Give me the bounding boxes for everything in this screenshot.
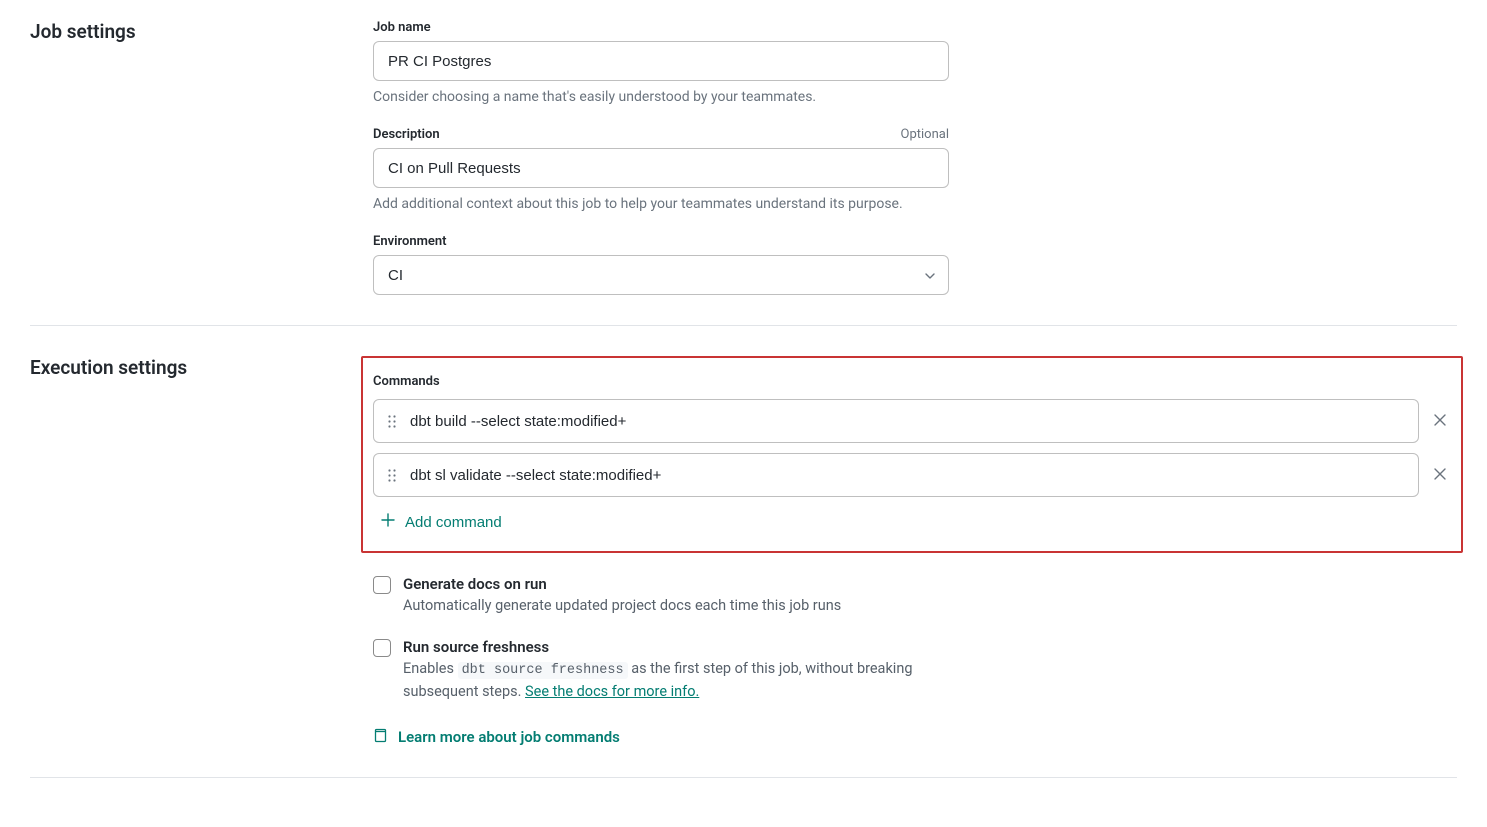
description-field: Description Optional Add additional cont… <box>373 127 949 212</box>
plus-icon <box>381 513 395 531</box>
generate-docs-label: Generate docs on run <box>403 575 949 593</box>
commands-highlight: Commands <box>361 356 1463 553</box>
command-box <box>373 399 1419 443</box>
generate-docs-option: Generate docs on run Automatically gener… <box>373 575 949 616</box>
description-optional: Optional <box>901 127 949 142</box>
generate-docs-desc: Automatically generate updated project d… <box>403 595 949 616</box>
command-row <box>373 399 1451 443</box>
environment-field: Environment <box>373 234 949 295</box>
description-input[interactable] <box>373 148 949 188</box>
commands-label: Commands <box>373 374 1451 389</box>
drag-handle-icon[interactable] <box>388 469 396 482</box>
section-body: Commands <box>373 356 1457 747</box>
source-freshness-checkbox[interactable] <box>373 639 391 657</box>
add-command-button[interactable]: Add command <box>373 507 510 537</box>
remove-command-button[interactable] <box>1429 409 1451 434</box>
description-help: Add additional context about this job to… <box>373 196 949 212</box>
add-command-label: Add command <box>405 514 502 531</box>
source-freshness-desc: Enables dbt source freshness as the firs… <box>403 658 949 702</box>
job-name-input[interactable] <box>373 41 949 81</box>
close-icon <box>1433 467 1447 484</box>
remove-command-button[interactable] <box>1429 463 1451 488</box>
section-header: Job settings <box>30 20 373 295</box>
close-icon <box>1433 413 1447 430</box>
source-freshness-label: Run source freshness <box>403 638 949 656</box>
command-input[interactable] <box>410 413 1404 430</box>
drag-handle-icon[interactable] <box>388 415 396 428</box>
command-row <box>373 453 1451 497</box>
command-input[interactable] <box>410 467 1404 484</box>
execution-settings-section: Execution settings Commands <box>30 356 1457 778</box>
job-settings-section: Job settings Job name Consider choosing … <box>30 20 1457 326</box>
source-freshness-docs-link[interactable]: See the docs for more info. <box>525 683 699 700</box>
generate-docs-checkbox[interactable] <box>373 576 391 594</box>
section-title: Execution settings <box>30 356 373 379</box>
description-label: Description <box>373 127 440 142</box>
environment-label: Environment <box>373 234 447 249</box>
section-body: Job name Consider choosing a name that's… <box>373 20 1457 295</box>
learn-more-label: Learn more about job commands <box>398 728 620 746</box>
source-freshness-code: dbt source freshness <box>458 662 628 679</box>
command-box <box>373 453 1419 497</box>
section-title: Job settings <box>30 20 373 43</box>
environment-select[interactable] <box>373 255 949 295</box>
job-name-help: Consider choosing a name that's easily u… <box>373 89 949 105</box>
learn-more-link[interactable]: Learn more about job commands <box>373 728 620 747</box>
job-name-field: Job name Consider choosing a name that's… <box>373 20 949 105</box>
job-name-label: Job name <box>373 20 431 35</box>
book-icon <box>373 728 388 747</box>
source-freshness-option: Run source freshness Enables dbt source … <box>373 638 949 702</box>
section-header: Execution settings <box>30 356 373 747</box>
